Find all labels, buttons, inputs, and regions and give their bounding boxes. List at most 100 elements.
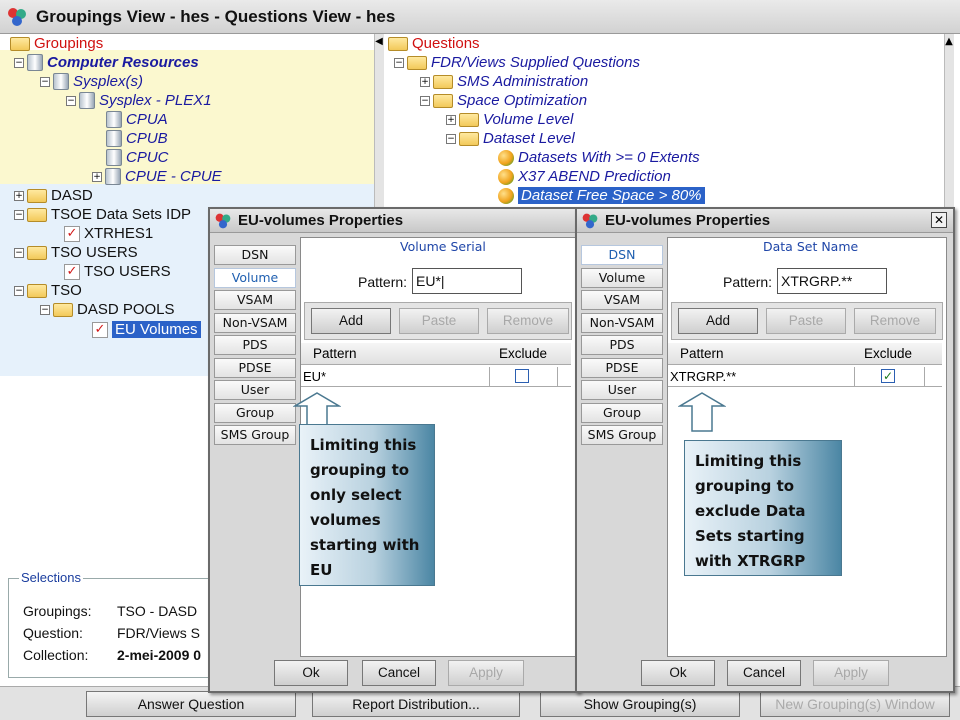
tab-volume[interactable]: Volume [214, 267, 296, 288]
tab-group[interactable]: Group [214, 402, 296, 423]
expand-icon[interactable]: + [420, 76, 430, 87]
folder-icon [27, 188, 47, 203]
tab-non-vsam[interactable]: Non-VSAM [581, 312, 663, 333]
cell-pattern: EU* [303, 369, 327, 384]
add-button[interactable]: Add [678, 308, 758, 334]
ok-button[interactable]: Ok [641, 660, 715, 686]
tree-node-tsoe-data-sets[interactable]: − TSOE Data Sets IDP [14, 205, 191, 224]
apply-button[interactable]: Apply [448, 660, 524, 686]
tree-node-volume-level[interactable]: + Volume Level [446, 110, 573, 129]
tab-dsn[interactable]: DSN [214, 245, 296, 265]
tree-node-xtrhes1[interactable]: ✓ XTRHES1 [64, 224, 153, 243]
selection-collection: Collection: 2-mei-2009 0 [23, 647, 202, 663]
group-label: Data Set Name [763, 239, 859, 254]
tree-node-computer-resources[interactable]: − Computer Resources [14, 53, 199, 72]
collapse-icon[interactable]: − [394, 57, 404, 68]
column-pattern: Pattern [680, 346, 724, 361]
tree-node-sysplex-plex1[interactable]: − Sysplex - PLEX1 [66, 91, 212, 110]
app-icon [582, 213, 598, 228]
table-row[interactable]: XTRGRP.** ✓ [668, 367, 942, 387]
tab-sms-group[interactable]: SMS Group [581, 425, 663, 445]
tab-user[interactable]: User [214, 380, 296, 400]
tree-node-cpuc[interactable]: CPUC [106, 148, 169, 167]
tree-node-dataset-level[interactable]: − Dataset Level [446, 129, 575, 148]
tab-user[interactable]: User [581, 380, 663, 400]
tab-vsam[interactable]: VSAM [581, 290, 663, 310]
tree-node-cpub[interactable]: CPUB [106, 129, 168, 148]
collapse-icon[interactable]: − [14, 209, 24, 220]
tree-node-dasd-pools[interactable]: − DASD POOLS [40, 300, 175, 319]
tree-node-dataset-free-space[interactable]: Dataset Free Space > 80% [498, 186, 705, 205]
server-icon [106, 111, 122, 128]
tab-pdse[interactable]: PDSE [581, 357, 663, 378]
tab-pds[interactable]: PDS [581, 335, 663, 355]
folder-icon [459, 112, 479, 127]
new-groupings-window-button[interactable]: New Grouping(s) Window [760, 691, 950, 717]
expand-icon[interactable]: + [92, 171, 102, 182]
exclude-checkbox[interactable] [515, 369, 529, 383]
tree-node-supplied-questions[interactable]: − FDR/Views Supplied Questions [394, 53, 640, 72]
tree-node-datasets-extents[interactable]: Datasets With >= 0 Extents [498, 148, 700, 167]
cancel-button[interactable]: Cancel [727, 660, 801, 686]
chevron-left-icon[interactable]: ◀ [374, 36, 384, 47]
tree-node-space-optimization[interactable]: − Space Optimization [420, 91, 587, 110]
collapse-icon[interactable]: − [14, 285, 24, 296]
cancel-button[interactable]: Cancel [362, 660, 436, 686]
chevron-up-icon[interactable]: ▲ [944, 36, 954, 47]
paste-button[interactable]: Paste [766, 308, 846, 334]
folder-icon [27, 207, 47, 222]
pattern-input[interactable]: XTRGRP.** [777, 268, 887, 294]
tab-volume[interactable]: Volume [581, 267, 663, 288]
collapse-icon[interactable]: − [40, 76, 50, 87]
tree-root-questions[interactable]: Questions [388, 34, 480, 53]
tab-sms-group[interactable]: SMS Group [214, 425, 296, 445]
collapse-icon[interactable]: − [14, 247, 24, 258]
tree-node-eu-volumes[interactable]: ✓ EU Volumes [92, 320, 201, 339]
tree-node-sysplexes[interactable]: − Sysplex(s) [40, 72, 143, 91]
close-icon[interactable]: ✕ [931, 212, 947, 228]
table-row[interactable]: EU* [301, 367, 571, 387]
collapse-icon[interactable]: − [446, 133, 456, 144]
tab-group[interactable]: Group [581, 402, 663, 423]
expand-icon[interactable]: + [14, 190, 24, 201]
callout-dsn-filter: Limiting this grouping to exclude Data S… [684, 440, 842, 576]
report-distribution-button[interactable]: Report Distribution... [312, 691, 520, 717]
remove-button[interactable]: Remove [487, 308, 569, 334]
tree-node-dasd[interactable]: + DASD [14, 186, 93, 205]
tree-node-cpue[interactable]: + CPUE - CPUE [92, 167, 222, 186]
tab-dsn[interactable]: DSN [581, 245, 663, 265]
folder-icon [433, 74, 453, 89]
server-icon [53, 73, 69, 90]
tree-node-cpua[interactable]: CPUA [106, 110, 168, 129]
tab-non-vsam[interactable]: Non-VSAM [214, 312, 296, 333]
tree-node-tso[interactable]: − TSO [14, 281, 82, 300]
tree-node-x37-abend[interactable]: X37 ABEND Prediction [498, 167, 671, 186]
remove-button[interactable]: Remove [854, 308, 936, 334]
tree-root-groupings[interactable]: Groupings [10, 34, 103, 53]
pattern-toolbar: Add Paste Remove [304, 302, 572, 340]
expand-icon[interactable]: + [446, 114, 456, 125]
paste-button[interactable]: Paste [399, 308, 479, 334]
collapse-icon[interactable]: − [14, 57, 24, 68]
exclude-checkbox[interactable]: ✓ [881, 369, 895, 383]
tree-node-tso-users[interactable]: ✓ TSO USERS [64, 262, 171, 281]
pattern-label: Pattern: [358, 274, 408, 290]
ok-button[interactable]: Ok [274, 660, 348, 686]
question-icon [498, 168, 514, 185]
tab-vsam[interactable]: VSAM [214, 290, 296, 310]
tree-node-tso-users-folder[interactable]: − TSO USERS [14, 243, 138, 262]
callout-volume-filter: Limiting this grouping to only select vo… [299, 424, 435, 586]
folder-icon [433, 93, 453, 108]
cell-pattern: XTRGRP.** [670, 369, 737, 384]
apply-button[interactable]: Apply [813, 660, 889, 686]
pattern-input[interactable]: EU*| [412, 268, 522, 294]
collapse-icon[interactable]: − [66, 95, 76, 106]
collapse-icon[interactable]: − [40, 304, 50, 315]
show-groupings-button[interactable]: Show Grouping(s) [540, 691, 740, 717]
tab-pds[interactable]: PDS [214, 335, 296, 355]
tab-pdse[interactable]: PDSE [214, 357, 296, 378]
tree-node-sms-admin[interactable]: + SMS Administration [420, 72, 588, 91]
add-button[interactable]: Add [311, 308, 391, 334]
answer-question-button[interactable]: Answer Question [86, 691, 296, 717]
collapse-icon[interactable]: − [420, 95, 430, 106]
